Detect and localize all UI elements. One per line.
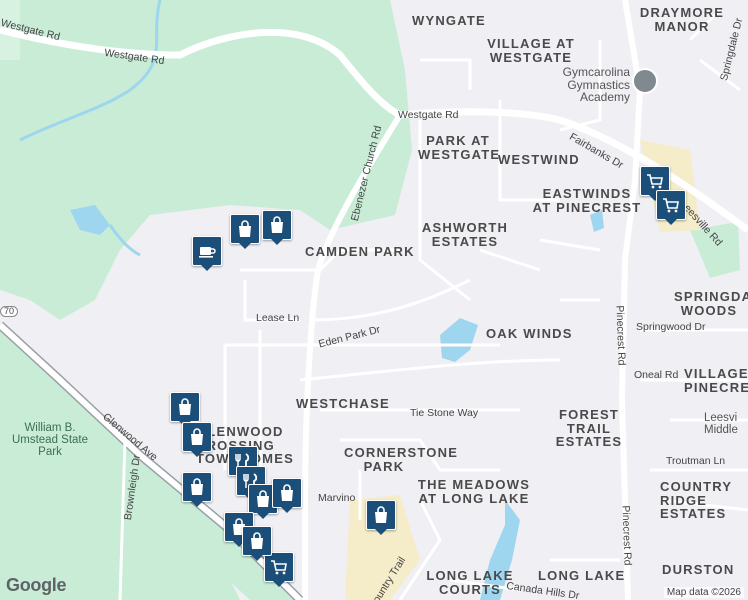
place-pin[interactable]	[192, 236, 222, 271]
area-label-park-at-westgate: PARK AT WESTGATE	[418, 133, 501, 162]
shopping-bag-icon	[182, 472, 212, 502]
pin-tail	[272, 580, 286, 587]
place-pin[interactable]	[656, 190, 686, 225]
pin-tail	[190, 500, 204, 507]
pin-tail	[270, 238, 284, 245]
map-copyright[interactable]: Map data ©2026	[663, 587, 744, 598]
area-label-cornerstone-park: CORNERSTONE PARK	[344, 445, 459, 474]
road-label-tie-stone-way: Tie Stone Way	[410, 407, 479, 419]
gym-place-marker-icon[interactable]	[632, 68, 658, 94]
road-label-springwood-dr: Springwood Dr	[636, 321, 706, 333]
road-label-lease-ln: Lease Ln	[256, 312, 300, 324]
area-label-meadows-at-long-lake: THE MEADOWS AT LONG LAKE	[417, 477, 531, 506]
pin-tail	[374, 528, 388, 535]
shopping-bag-icon	[272, 478, 302, 508]
road-label-marvino: Marvino	[318, 492, 356, 504]
area-label-country-ridge-estates: COUNTRY RIDGE ESTATES	[660, 479, 732, 522]
shopping-bag-icon	[366, 500, 396, 530]
pin-tail	[256, 512, 270, 519]
coffee-icon	[192, 236, 222, 266]
highway-shield-70: 70	[0, 306, 19, 318]
google-logo: Google	[6, 575, 67, 595]
area-label-long-lake: LONG LAKE	[538, 568, 626, 583]
place-pin[interactable]	[242, 526, 272, 561]
place-pin[interactable]	[272, 478, 302, 513]
map-canvas[interactable]: WYNGATE DRAYMORE MANOR VILLAGE AT WESTGA…	[0, 0, 748, 600]
road-label-oneal-rd: Oneal Rd	[634, 369, 679, 381]
place-pin[interactable]	[182, 422, 212, 457]
place-pin[interactable]	[262, 210, 292, 245]
road-label-pinecrest-rd-north: Pinecrest Rd	[613, 305, 628, 366]
area-label-oak-winds: OAK WINDS	[486, 326, 573, 341]
area-label-wyngate: WYNGATE	[412, 13, 486, 28]
road-label-westgate-rd-east: Westgate Rd	[398, 109, 459, 121]
pin-tail	[200, 264, 214, 271]
area-label-camden-park: CAMDEN PARK	[305, 244, 415, 259]
area-label-forest-trail-estates: FOREST TRAIL ESTATES	[555, 407, 623, 450]
area-label-springdale-woods: SPRINGDALE WOODS	[674, 289, 748, 318]
area-label-village-at-westgate: VILLAGE AT WESTGATE	[487, 36, 575, 65]
shopping-cart-icon	[656, 190, 686, 220]
road-label-troutman-ln: Troutman Ln	[666, 455, 726, 467]
park-label-umstead: William B. Umstead State Park	[11, 422, 89, 459]
area-label-draymore-manor: DRAYMORE MANOR	[639, 5, 725, 34]
area-label-eastwinds-at-pinecrest: EASTWINDS AT PINECREST	[532, 186, 642, 215]
poi-label-leesville-middle: Leesvi Middle	[704, 412, 738, 437]
place-pin[interactable]	[230, 214, 260, 249]
poi-label-gymcarolina: Gymcarolina Gymnastics Academy	[562, 65, 630, 105]
pin-tail	[250, 554, 264, 561]
area-label-ashworth-estates: ASHWORTH ESTATES	[421, 220, 509, 249]
pin-tail	[238, 242, 252, 249]
place-pin[interactable]	[182, 472, 212, 507]
pin-tail	[280, 506, 294, 513]
area-label-durston: DURSTON	[662, 562, 735, 577]
road-label-pinecrest-rd-south: Pinecrest Rd	[619, 505, 634, 566]
pin-tail	[664, 218, 678, 225]
pin-tail	[190, 450, 204, 457]
area-label-westchase: WESTCHASE	[296, 396, 390, 411]
shopping-bag-icon	[170, 392, 200, 422]
area-label-village-pinecrest: VILLAGE PINECREST	[684, 366, 748, 395]
shopping-bag-icon	[242, 526, 272, 556]
place-pin[interactable]	[366, 500, 396, 535]
area-label-westwind: WESTWIND	[498, 152, 580, 167]
shopping-bag-icon	[182, 422, 212, 452]
place-pin[interactable]	[170, 392, 200, 427]
area-label-long-lake-courts: LONG LAKE COURTS	[426, 568, 514, 597]
shopping-bag-icon	[230, 214, 260, 244]
shopping-bag-icon	[262, 210, 292, 240]
